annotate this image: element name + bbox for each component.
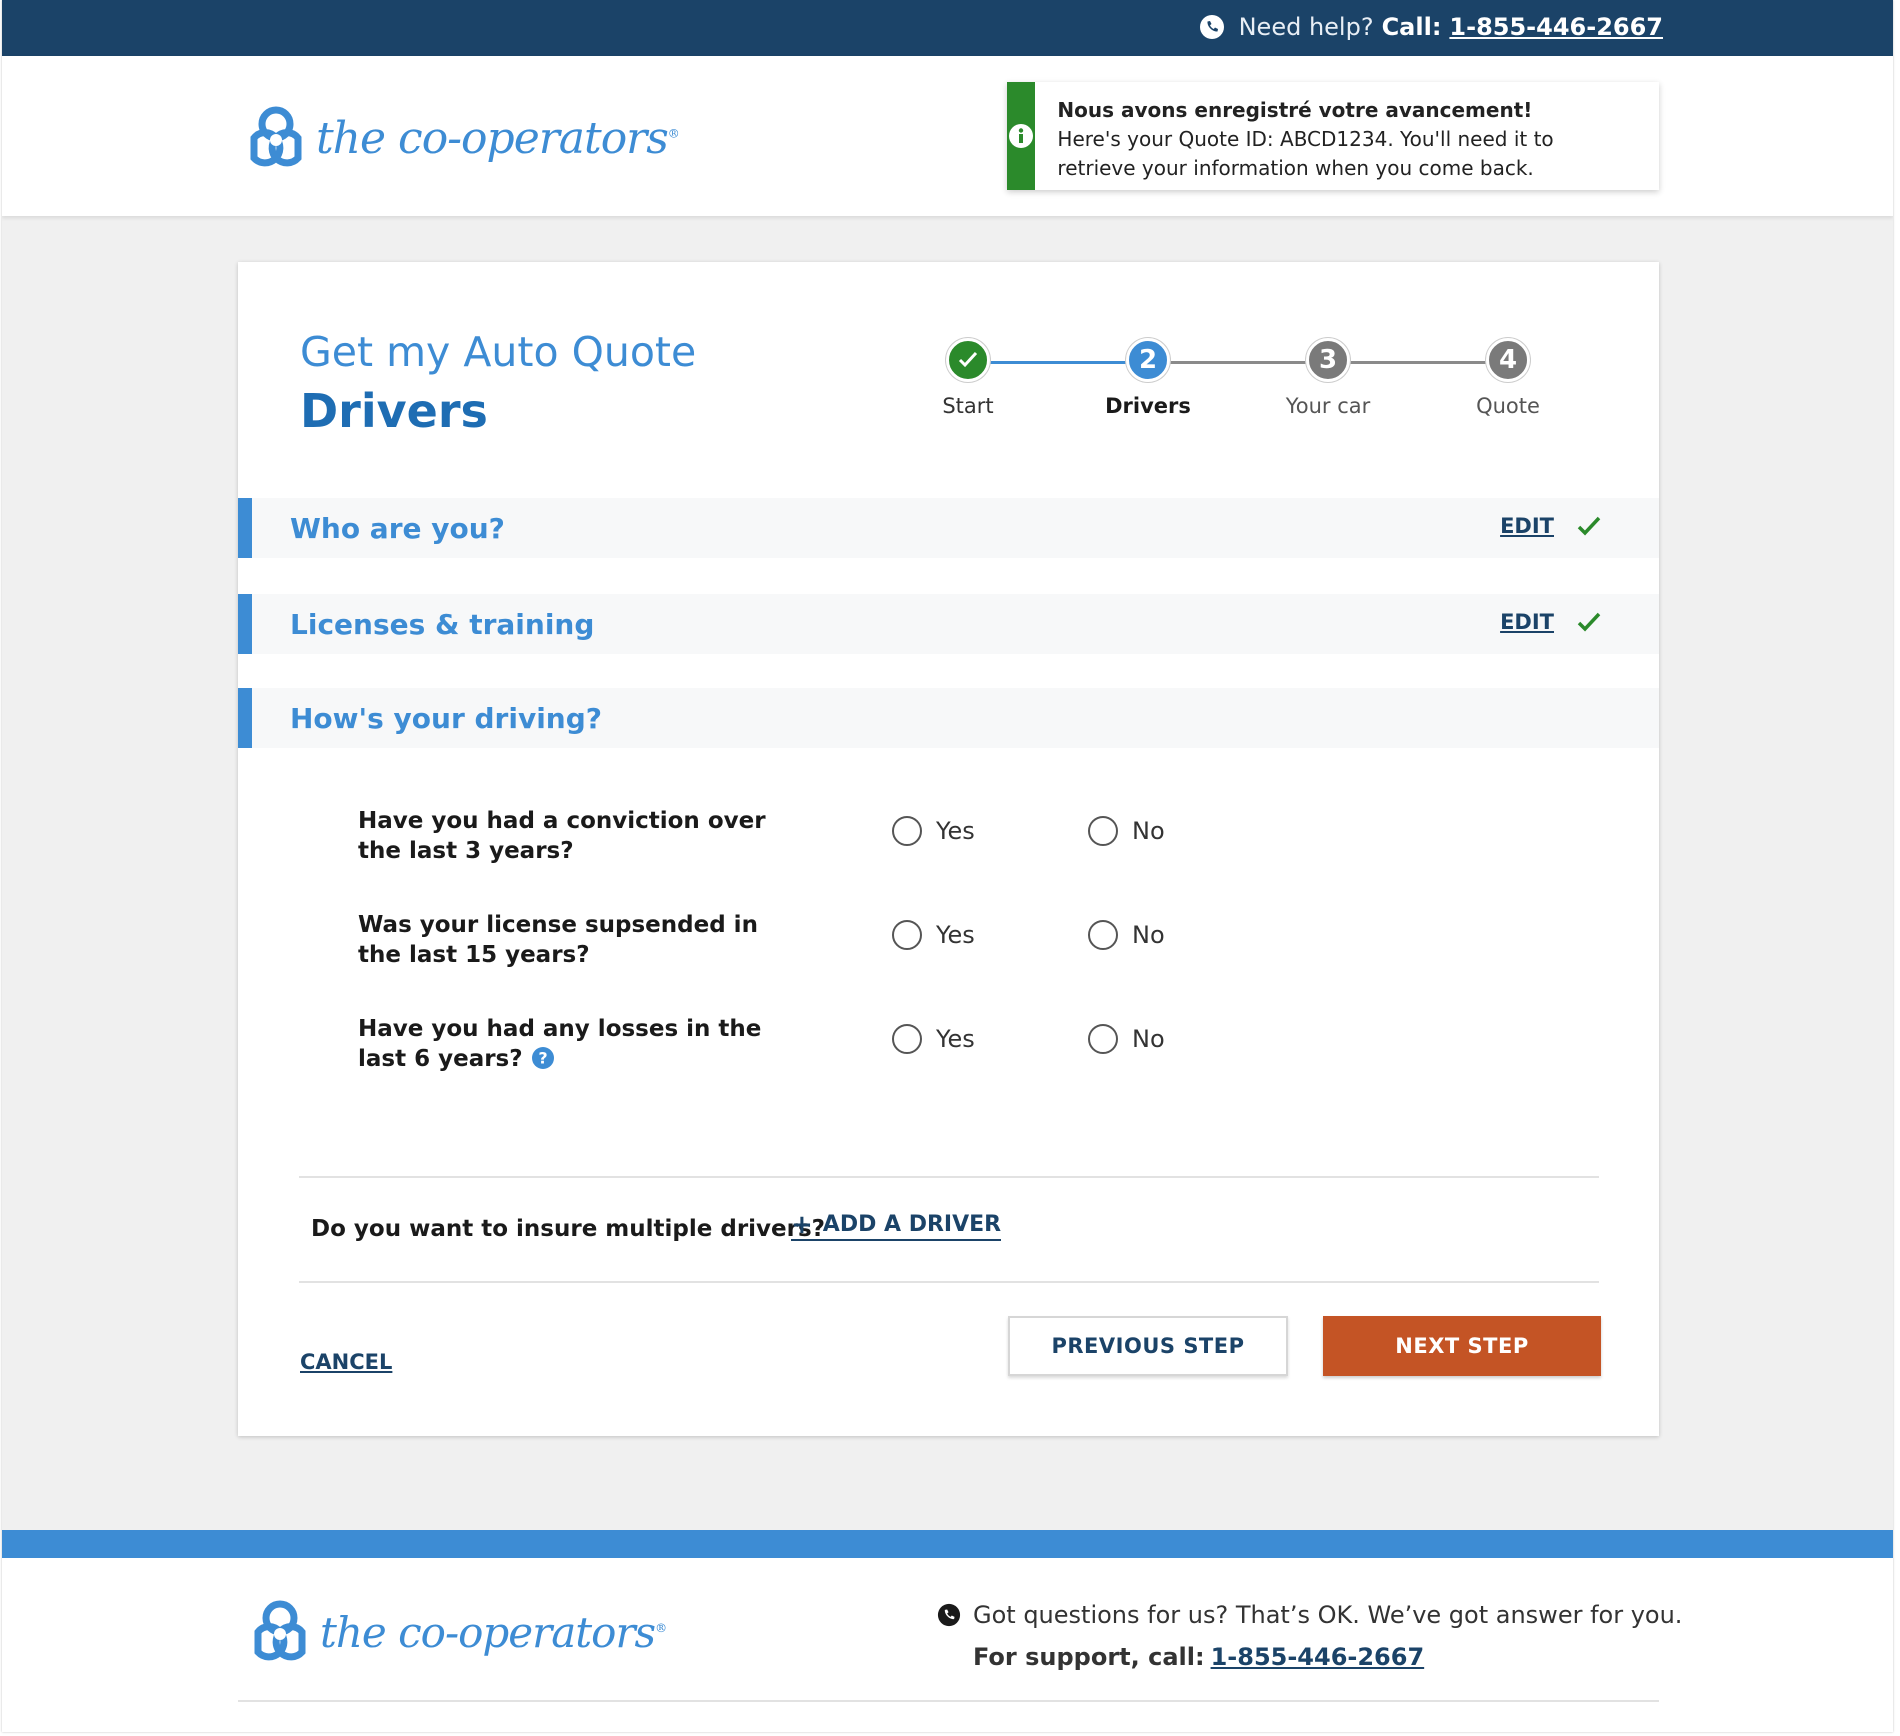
radio-label: No: [1132, 921, 1165, 949]
section-licenses-training[interactable]: Licenses & training EDIT: [238, 594, 1659, 654]
conviction-no-radio[interactable]: No: [1088, 816, 1165, 846]
plus-icon: +: [791, 1209, 813, 1240]
radio-label: Yes: [936, 921, 975, 949]
page-heading: Get my Auto Quote Drivers: [300, 328, 696, 438]
radio-circle[interactable]: [1088, 920, 1118, 950]
site-footer: the co-operators® Got questions for us? …: [2, 1558, 1893, 1732]
top-help-bar: Need help? Call: 1-855-446-2667: [2, 0, 1893, 56]
check-icon: [1577, 612, 1601, 632]
footer-support-line: For support, call: 1-855-446-2667: [973, 1636, 1682, 1678]
section-accent: [238, 594, 252, 654]
call-label: Call:: [1381, 13, 1442, 41]
step-label: Your car: [1285, 394, 1371, 418]
phone-icon: [937, 1603, 961, 1627]
previous-step-button[interactable]: PREVIOUS STEP: [1008, 1316, 1288, 1376]
help-contact: Need help? Call: 1-855-446-2667: [1199, 13, 1663, 41]
radio-label: Yes: [936, 817, 975, 845]
divider: [299, 1176, 1599, 1178]
co-operators-logo-icon: [250, 106, 302, 167]
progress-stepper: Start 2 Drivers 3 Your car 4 Quote: [942, 338, 1540, 428]
page: Need help? Call: 1-855-446-2667 the co-o…: [2, 0, 1893, 1732]
section-hows-your-driving: How's your driving?: [238, 688, 1659, 748]
help-icon[interactable]: ?: [531, 1046, 555, 1070]
section-title: How's your driving?: [290, 702, 603, 735]
check-icon: [946, 338, 990, 382]
phone-icon: [1199, 15, 1224, 39]
help-label: Need help?: [1238, 13, 1374, 41]
section-title: Who are you?: [290, 512, 505, 545]
notification-message: Here's your Quote ID: ABCD1234. You'll n…: [1057, 127, 1554, 180]
site-header: the co-operators® Nous avons enregistré …: [2, 56, 1893, 216]
step-quote: 4 Quote: [1448, 338, 1568, 418]
radio-circle[interactable]: [1088, 1024, 1118, 1054]
footer-accent-strip: [2, 1530, 1893, 1558]
add-driver-button[interactable]: + ADD A DRIVER: [791, 1209, 1002, 1241]
help-phone-link[interactable]: 1-855-446-2667: [1449, 13, 1663, 41]
next-step-button[interactable]: NEXT STEP: [1323, 1316, 1601, 1376]
radio-circle[interactable]: [892, 1024, 922, 1054]
losses-yes-radio[interactable]: Yes: [892, 1024, 975, 1054]
suspended-no-radio[interactable]: No: [1088, 920, 1165, 950]
step-label: Drivers: [1105, 394, 1191, 418]
radio-circle[interactable]: [892, 816, 922, 846]
quote-form-card: Get my Auto Quote Drivers Start 2 Driver…: [238, 262, 1659, 1436]
divider: [299, 1281, 1599, 1283]
check-icon: [1577, 516, 1601, 536]
support-label: For support, call:: [973, 1643, 1205, 1671]
co-operators-logo-icon: [254, 1600, 306, 1661]
step-number: 3: [1306, 338, 1350, 382]
section-accent: [238, 688, 252, 748]
footer-phone-link[interactable]: 1-855-446-2667: [1211, 1643, 1425, 1671]
section-accent: [238, 498, 252, 558]
question-license-suspended: Was your license supsended in the last 1…: [238, 910, 1659, 980]
svg-text:?: ?: [538, 1049, 547, 1068]
step-your-car: 3 Your car: [1268, 338, 1388, 418]
question-text: Have you had a conviction over the last …: [358, 808, 766, 864]
brand-wordmark: the co-operators®: [320, 1607, 667, 1657]
page-subtitle: Get my Auto Quote: [300, 328, 697, 376]
footer-questions: Got questions for us? That’s OK. We’ve g…: [937, 1594, 1682, 1636]
notification-accent: [1007, 82, 1036, 190]
step-number: 2: [1126, 338, 1170, 382]
footer-questions-text: Got questions for us? That’s OK. We’ve g…: [973, 1601, 1683, 1629]
save-progress-notification: Nous avons enregistré votre avancement! …: [1007, 82, 1659, 190]
step-label: Quote: [1476, 394, 1540, 418]
notification-body: Nous avons enregistré votre avancement! …: [1035, 82, 1659, 190]
footer-support: Got questions for us? That’s OK. We’ve g…: [937, 1594, 1682, 1678]
notification-title: Nous avons enregistré votre avancement!: [1057, 98, 1533, 122]
edit-licenses-link[interactable]: EDIT: [1500, 610, 1554, 634]
conviction-yes-radio[interactable]: Yes: [892, 816, 975, 846]
losses-no-radio[interactable]: No: [1088, 1024, 1165, 1054]
radio-label: No: [1132, 817, 1165, 845]
question-conviction: Have you had a conviction over the last …: [238, 806, 1659, 876]
step-drivers: 2 Drivers: [1088, 338, 1208, 418]
step-start: Start: [908, 338, 1028, 418]
brand-wordmark: the co-operators®: [316, 112, 680, 164]
page-title: Drivers: [300, 384, 488, 438]
question-text: Was your license supsended in the last 1…: [358, 912, 758, 968]
step-number: 4: [1486, 338, 1530, 382]
question-losses: Have you had any losses in the last 6 ye…: [238, 1014, 1659, 1084]
info-icon: [1009, 124, 1034, 148]
brand-logo[interactable]: the co-operators®: [240, 102, 680, 174]
section-who-are-you[interactable]: Who are you? EDIT: [238, 498, 1659, 558]
radio-label: Yes: [936, 1025, 975, 1053]
radio-circle[interactable]: [1088, 816, 1118, 846]
suspended-yes-radio[interactable]: Yes: [892, 920, 975, 950]
edit-who-are-you-link[interactable]: EDIT: [1500, 514, 1554, 538]
multiple-drivers-question: Do you want to insure multiple drivers?: [311, 1216, 826, 1242]
footer-brand-logo[interactable]: the co-operators®: [244, 1596, 667, 1668]
question-text: Have you had any losses in the last 6 ye…: [358, 1016, 762, 1072]
section-title: Licenses & training: [290, 608, 595, 641]
cancel-link[interactable]: CANCEL: [300, 1350, 392, 1374]
step-label: Start: [942, 394, 994, 418]
radio-label: No: [1132, 1025, 1165, 1053]
footer-divider: [238, 1700, 1659, 1702]
radio-circle[interactable]: [892, 920, 922, 950]
add-driver-label: ADD A DRIVER: [822, 1212, 1002, 1237]
